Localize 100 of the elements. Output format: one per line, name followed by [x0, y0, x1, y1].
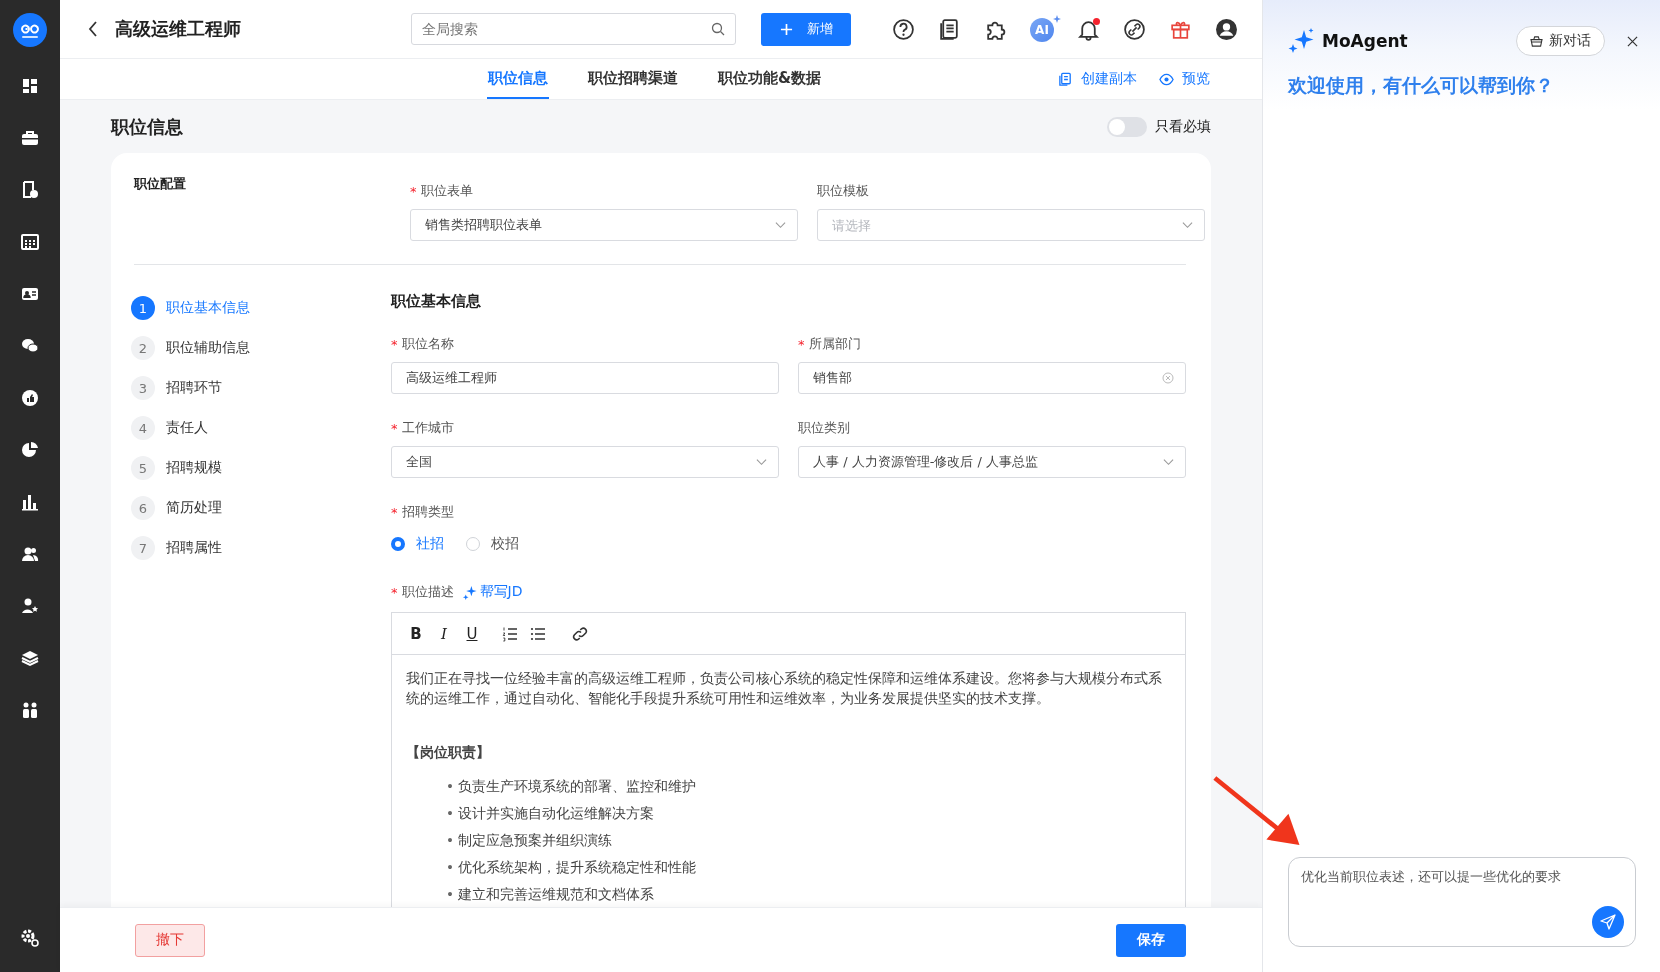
- back-icon[interactable]: [88, 20, 98, 38]
- logo-icon[interactable]: [13, 13, 47, 47]
- input-field[interactable]: 高级运维工程师: [391, 362, 779, 394]
- required-mark: *: [410, 183, 417, 199]
- step-item[interactable]: 4 责任人: [131, 416, 208, 440]
- document-user-icon[interactable]: [21, 181, 39, 199]
- select-field[interactable]: 全国: [391, 446, 779, 478]
- send-icon[interactable]: [1592, 906, 1624, 938]
- field-label: 职位描述: [401, 583, 454, 601]
- description-paragraph: 我们正在寻找一位经验丰富的高级运维工程师，负责公司核心系统的稳定性保障和运维体系建设。您将参与大规模分布式系统的运维工作，通过自动化、智能化手段提升系统可用性和运维效率，为业务发展提供坚实的技术支撑。: [406, 669, 1163, 708]
- section-title: 职位信息: [111, 114, 183, 139]
- field-label: 职位类别: [798, 419, 850, 437]
- radio-option[interactable]: 社招: [391, 535, 444, 553]
- step-item[interactable]: 6 简历处理: [131, 496, 222, 520]
- required-mark: *: [798, 336, 805, 352]
- bullet-text: 建立和完善运维规范和文档体系: [458, 884, 655, 904]
- bullet-mark: •: [446, 857, 455, 877]
- field-label: 所属部门: [808, 335, 861, 353]
- step-item[interactable]: 3 招聘环节: [131, 376, 222, 400]
- briefcase-icon[interactable]: [21, 129, 39, 147]
- select-field[interactable]: 请选择: [817, 209, 1205, 241]
- toggle-label: 只看必填: [1155, 117, 1211, 136]
- chevron-down-icon: [756, 458, 767, 466]
- contact-card-icon[interactable]: [21, 285, 39, 303]
- calendar-icon[interactable]: [21, 233, 39, 251]
- settings-icon[interactable]: [20, 928, 40, 948]
- new-chat-button[interactable]: 新对话: [1516, 26, 1605, 56]
- layers-icon[interactable]: [21, 649, 39, 667]
- plus-icon: [779, 22, 793, 36]
- assistant-name: MoAgent: [1322, 31, 1408, 51]
- chat-input[interactable]: 优化当前职位表述，还可以提一些优化的要求: [1288, 857, 1636, 947]
- tab[interactable]: 职位招聘渠道: [587, 59, 679, 99]
- required-mark: *: [391, 584, 398, 600]
- bar-chart-icon[interactable]: [21, 493, 39, 511]
- search-field[interactable]: 全局搜索: [411, 13, 736, 45]
- thumbs-up-icon[interactable]: [21, 389, 39, 407]
- description-heading: 【岗位职责】: [406, 743, 491, 762]
- chat-bubbles-icon[interactable]: [21, 337, 39, 355]
- required-mark: *: [391, 504, 398, 520]
- pie-chart-icon[interactable]: [21, 441, 39, 459]
- field-label: 招聘类型: [401, 503, 454, 521]
- form-heading: 职位基本信息: [391, 291, 482, 312]
- bullet-mark: •: [446, 830, 455, 850]
- team-icon[interactable]: [21, 701, 39, 719]
- field-label: 职位表单: [420, 182, 473, 200]
- field-label: 职位模板: [817, 182, 869, 200]
- dashboard-icon[interactable]: [21, 77, 39, 95]
- link-icon[interactable]: [572, 625, 588, 642]
- welcome-heading: 欢迎使用，有什么可以帮到你？: [1286, 73, 1555, 98]
- bullet-text: 制定应急预案并组织演练: [458, 830, 613, 850]
- basket-icon: [1530, 35, 1543, 47]
- bullet-text: 设计并实施自动化运维解决方案: [458, 803, 655, 823]
- user-stars-icon[interactable]: [21, 597, 39, 615]
- link-icon[interactable]: [1123, 17, 1146, 41]
- bullet-mark: •: [446, 776, 455, 796]
- input-field[interactable]: 销售部: [798, 362, 1186, 394]
- search-icon[interactable]: [711, 22, 725, 36]
- tab[interactable]: 职位信息: [487, 59, 549, 99]
- italic-button[interactable]: I: [436, 624, 452, 643]
- copy-link[interactable]: 创建副本: [1058, 70, 1137, 88]
- copy-icon: [1058, 71, 1073, 87]
- close-icon[interactable]: [1627, 35, 1638, 47]
- step-item[interactable]: 2 职位辅助信息: [131, 336, 250, 360]
- required-mark: *: [391, 420, 398, 436]
- underline-button[interactable]: U: [464, 624, 480, 643]
- step-item[interactable]: 1 职位基本信息: [131, 296, 250, 320]
- select-field[interactable]: 人事 / 人力资源管理-修改后 / 人事总监: [798, 446, 1186, 478]
- avatar-icon[interactable]: [1215, 17, 1238, 41]
- bold-button[interactable]: B: [408, 624, 424, 643]
- step-item[interactable]: 7 招聘属性: [131, 536, 222, 560]
- help-icon[interactable]: [892, 17, 915, 41]
- sparkle-icon: [461, 584, 477, 600]
- users-icon[interactable]: [21, 545, 39, 563]
- step-item[interactable]: 5 招聘规模: [131, 456, 222, 480]
- ordered-list-icon[interactable]: [502, 625, 518, 642]
- chevron-down-icon: [1182, 221, 1193, 229]
- group-title: 职位配置: [134, 175, 187, 193]
- sparkle-icon: [1288, 27, 1316, 55]
- toggle-switch[interactable]: [1107, 116, 1147, 137]
- notification-bell-icon[interactable]: [1077, 17, 1100, 41]
- ai-write-link[interactable]: 帮写JD: [461, 583, 523, 601]
- eye-icon: [1159, 71, 1174, 87]
- sparkle-icon: [1053, 15, 1061, 23]
- new-button[interactable]: 新增: [761, 12, 851, 46]
- required-mark: *: [391, 336, 398, 352]
- bullet-mark: •: [446, 884, 455, 904]
- tab[interactable]: 职位功能&数据: [717, 59, 823, 99]
- bullet-mark: •: [446, 803, 455, 823]
- withdraw-button[interactable]: 撤下: [135, 923, 205, 957]
- page-title: 高级运维工程师: [115, 17, 242, 41]
- preview-link[interactable]: 预览: [1159, 70, 1210, 88]
- bullet-text: 负责生产环境系统的部署、监控和维护: [458, 776, 697, 796]
- field-label: 职位名称: [401, 335, 454, 353]
- bullet-text: 优化系统架构，提升系统稳定性和性能: [458, 857, 697, 877]
- bullet-list-icon[interactable]: [530, 625, 546, 642]
- save-button[interactable]: 保存: [1116, 923, 1186, 957]
- document-icon[interactable]: [938, 17, 961, 41]
- radio-option[interactable]: 校招: [466, 535, 519, 553]
- field-label: 工作城市: [401, 419, 454, 437]
- select-field[interactable]: 销售类招聘职位表单: [410, 209, 798, 241]
